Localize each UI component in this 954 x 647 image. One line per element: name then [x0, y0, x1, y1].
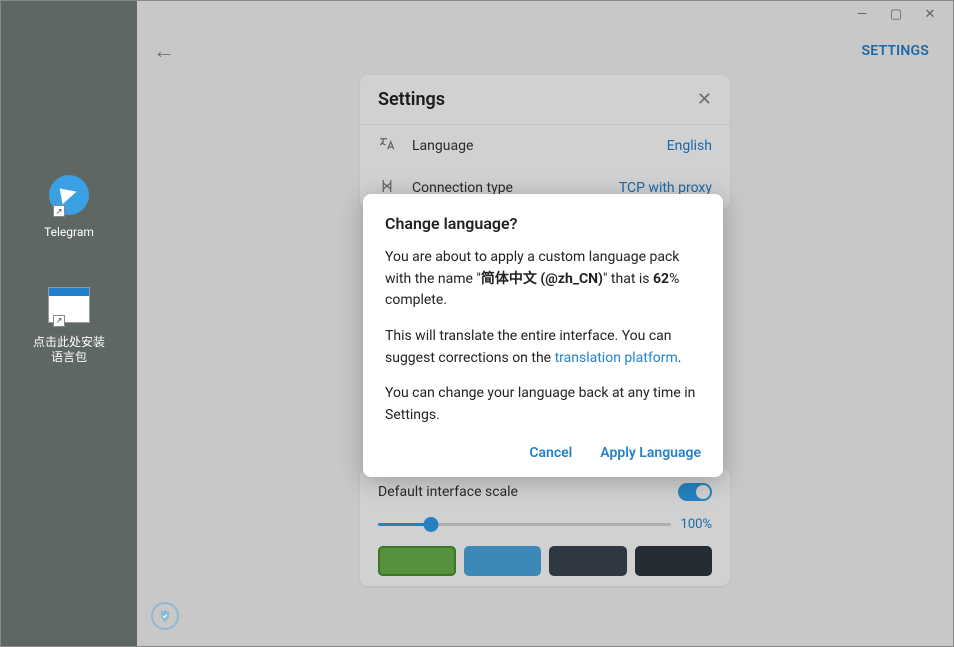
- dialog-message-2: This will translate the entire interface…: [385, 326, 701, 369]
- back-arrow-icon[interactable]: ←: [153, 38, 175, 64]
- dialog-message-1: You are about to apply a custom language…: [385, 247, 701, 312]
- panel-title: Settings: [378, 89, 445, 110]
- desktop-background: ↗ Telegram ↗ 点击此处安装 语言包: [1, 1, 137, 646]
- translation-platform-link[interactable]: translation platform: [555, 350, 678, 366]
- cancel-button[interactable]: Cancel: [529, 445, 572, 461]
- setting-value: English: [667, 138, 712, 154]
- settings-panel: Settings ✕ Language English Connection t…: [360, 75, 730, 209]
- setting-label: Language: [412, 138, 653, 154]
- file-icon: ↗: [47, 283, 91, 327]
- shield-verified-icon[interactable]: [151, 602, 179, 630]
- telegram-icon: ↗: [47, 173, 91, 217]
- slider-track: [378, 523, 671, 526]
- theme-swatch[interactable]: [635, 546, 713, 576]
- scale-label: Default interface scale: [378, 484, 518, 500]
- settings-breadcrumb[interactable]: SETTINGS: [861, 43, 929, 59]
- desktop-icon-label: Telegram: [44, 225, 94, 241]
- app-header: ← SETTINGS: [137, 27, 953, 75]
- dialog-message-3: You can change your language back at any…: [385, 383, 701, 426]
- slider-thumb[interactable]: [423, 517, 438, 532]
- theme-swatches: [378, 546, 712, 576]
- desktop-icon-langpack[interactable]: ↗ 点击此处安装 语言包: [1, 283, 137, 366]
- maximize-button[interactable]: ▢: [879, 4, 913, 24]
- close-icon[interactable]: ✕: [697, 89, 712, 110]
- theme-swatch[interactable]: [549, 546, 627, 576]
- scale-slider[interactable]: 100%: [378, 517, 712, 532]
- minimize-button[interactable]: —: [845, 4, 879, 24]
- desktop-icon-label: 点击此处安装 语言包: [33, 335, 105, 366]
- settings-panel-scale: Default interface scale 100%: [360, 469, 730, 586]
- settings-row-language[interactable]: Language English: [360, 125, 730, 167]
- apply-language-button[interactable]: Apply Language: [600, 445, 701, 461]
- translate-icon: [378, 135, 398, 157]
- scale-toggle[interactable]: [678, 483, 712, 501]
- theme-swatch[interactable]: [464, 546, 542, 576]
- change-language-dialog: Change language? You are about to apply …: [363, 194, 723, 477]
- desktop-icon-telegram[interactable]: ↗ Telegram: [1, 173, 137, 241]
- theme-swatch[interactable]: [378, 546, 456, 576]
- dialog-title: Change language?: [385, 214, 701, 233]
- window-titlebar: — ▢ ✕: [137, 1, 953, 27]
- window-close-button[interactable]: ✕: [913, 4, 947, 24]
- slider-value: 100%: [681, 517, 712, 532]
